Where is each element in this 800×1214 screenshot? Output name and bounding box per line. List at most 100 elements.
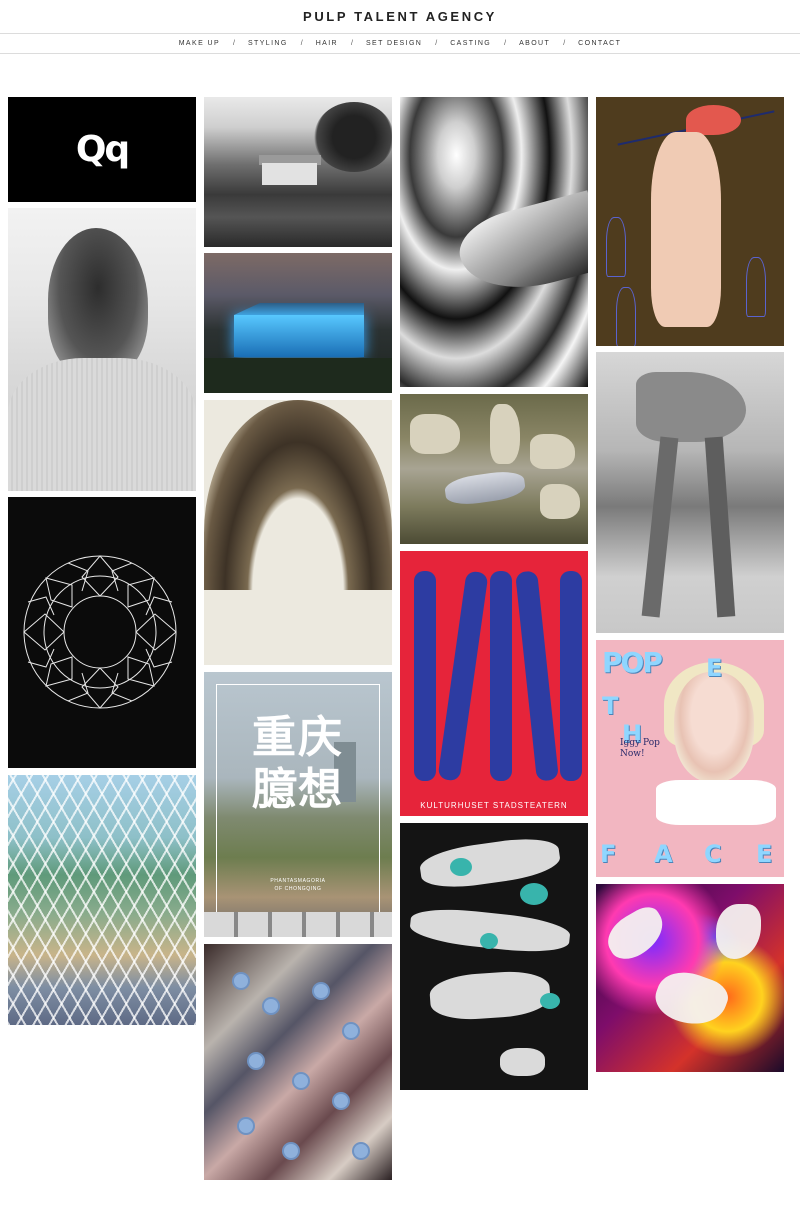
nav-item-make-up[interactable]: MAKE UP xyxy=(176,40,223,47)
poster-band xyxy=(560,571,582,781)
flower-shape xyxy=(314,984,328,998)
abstract-blob xyxy=(716,904,761,959)
cover-headline-line1: Iggy Pop xyxy=(620,738,660,748)
nav-separator: / xyxy=(563,40,566,47)
nav-separator: / xyxy=(351,40,353,47)
geometric-pattern-image xyxy=(23,555,177,709)
fence-mesh-overlay xyxy=(8,775,196,1025)
nav-separator: / xyxy=(435,40,438,47)
portfolio-tile-abstract-paint[interactable] xyxy=(400,823,588,1090)
nav-separator: / xyxy=(504,40,507,47)
cover-letter: E xyxy=(706,654,723,682)
nav-item-casting[interactable]: CASTING xyxy=(447,40,494,47)
main-navigation: MAKE UP / STYLING / HAIR / SET DESIGN / … xyxy=(0,33,800,54)
cover-headline: Iggy Pop Now! xyxy=(620,738,660,760)
chrome-fold xyxy=(452,190,588,304)
paint-stroke xyxy=(428,968,552,1023)
house-image-trees xyxy=(314,102,392,172)
greenhouse-ground xyxy=(204,358,392,393)
nav-separator: / xyxy=(233,40,235,47)
portfolio-tile-rocks[interactable] xyxy=(400,394,588,544)
flower-shape xyxy=(354,1144,368,1158)
portfolio-tile-chrome-flowers[interactable] xyxy=(204,944,392,1180)
portfolio-tile-liquid-chrome[interactable] xyxy=(400,97,588,387)
hair-image-head xyxy=(48,228,148,378)
drawing-arch-shape xyxy=(204,400,392,590)
poster-footer: KULTURHUSET STADSTEATERN xyxy=(420,801,568,810)
abstract-blob xyxy=(649,963,733,1035)
poster-band xyxy=(490,571,512,781)
abstract-blob xyxy=(600,901,672,967)
chongqing-title-line2: 臆想 xyxy=(252,764,344,815)
paint-stroke xyxy=(500,1048,545,1076)
site-header: PULP TALENT AGENCY xyxy=(0,0,800,33)
portfolio-tile-bw-house[interactable] xyxy=(204,97,392,247)
chongqing-subtitle-line2: OF CHONGQING xyxy=(274,886,322,892)
hero-flame xyxy=(746,257,766,317)
backbend-torso xyxy=(636,372,746,442)
portfolio-tile-charcoal-drawing[interactable] xyxy=(204,400,392,665)
flower-shape xyxy=(234,974,248,988)
portfolio-tile-greenhouse[interactable] xyxy=(204,253,392,393)
cover-letter: T xyxy=(602,692,619,720)
house-image-building xyxy=(262,163,317,185)
rock-shape xyxy=(490,404,520,464)
greenhouse-glow xyxy=(234,315,364,357)
rock-shape xyxy=(530,434,575,469)
backbend-leg xyxy=(704,436,736,618)
hair-image-sweater xyxy=(8,358,196,491)
portfolio-tile-chongqing-poster[interactable]: 重庆 臆想 PHANTASMAGORIA OF CHONGQING xyxy=(204,672,392,937)
poster-band xyxy=(515,570,559,782)
cover-logo: POP xyxy=(602,646,663,679)
flower-shape xyxy=(249,1054,263,1068)
hero-figure xyxy=(651,132,721,327)
paint-dot xyxy=(540,993,560,1009)
paint-dot xyxy=(450,858,472,876)
cover-letter: A xyxy=(654,840,673,868)
hero-flame xyxy=(606,217,626,277)
portfolio-tile-hair-portrait[interactable] xyxy=(8,208,196,491)
nav-item-styling[interactable]: STYLING xyxy=(245,40,291,47)
nav-item-about[interactable]: ABOUT xyxy=(516,40,553,47)
portfolio-tile-hero-illustration[interactable] xyxy=(596,97,784,346)
cover-letter: E xyxy=(756,840,773,868)
portfolio-tile-3d-abstract[interactable] xyxy=(596,884,784,1072)
flower-shape xyxy=(239,1119,253,1133)
backbend-leg xyxy=(641,436,679,618)
nav-item-set-design[interactable]: SET DESIGN xyxy=(363,40,425,47)
portfolio-tile-the-face-cover[interactable]: POP T H E Iggy Pop Now! F A C E xyxy=(596,640,784,877)
cover-letter: C xyxy=(704,840,722,868)
flower-shape xyxy=(264,999,278,1013)
cover-letter: F xyxy=(600,840,617,868)
flower-shape xyxy=(344,1024,358,1038)
chongqing-roofs xyxy=(204,912,392,937)
nav-item-contact[interactable]: CONTACT xyxy=(575,40,624,47)
portfolio-tile-backbend[interactable] xyxy=(596,352,784,633)
qq-logo-text: Qq xyxy=(75,129,130,170)
cover-model-face xyxy=(674,672,754,782)
cover-headline-line2: Now! xyxy=(620,749,645,759)
chongqing-subtitle-line1: PHANTASMAGORIA xyxy=(270,878,326,884)
rocks-bag xyxy=(443,468,527,508)
portfolio-tile-geometric-print[interactable] xyxy=(8,497,196,768)
paint-dot xyxy=(480,933,498,949)
flower-shape xyxy=(294,1074,308,1088)
flower-shape xyxy=(334,1094,348,1108)
nav-separator: / xyxy=(300,40,303,47)
chongqing-title: 重庆 臆想 xyxy=(204,712,392,816)
flower-shape xyxy=(284,1144,298,1158)
portfolio-tile-qq-logo[interactable]: Qq xyxy=(8,97,196,202)
cover-model-top xyxy=(656,780,776,825)
paint-dot xyxy=(520,883,548,905)
nav-item-hair[interactable]: HAIR xyxy=(313,40,341,47)
portfolio-tile-chain-fence[interactable] xyxy=(8,775,196,1025)
site-logo[interactable]: PULP TALENT AGENCY xyxy=(303,9,497,24)
portfolio-tile-red-poster[interactable]: KULTURHUSET STADSTEATERN xyxy=(400,551,588,816)
rock-shape xyxy=(410,414,460,454)
poster-band xyxy=(414,571,436,781)
chongqing-title-line1: 重庆 xyxy=(252,712,344,763)
hero-hair xyxy=(686,105,741,135)
chongqing-subtitle: PHANTASMAGORIA OF CHONGQING xyxy=(204,877,392,893)
hero-flame xyxy=(616,287,636,346)
poster-band xyxy=(437,570,489,782)
